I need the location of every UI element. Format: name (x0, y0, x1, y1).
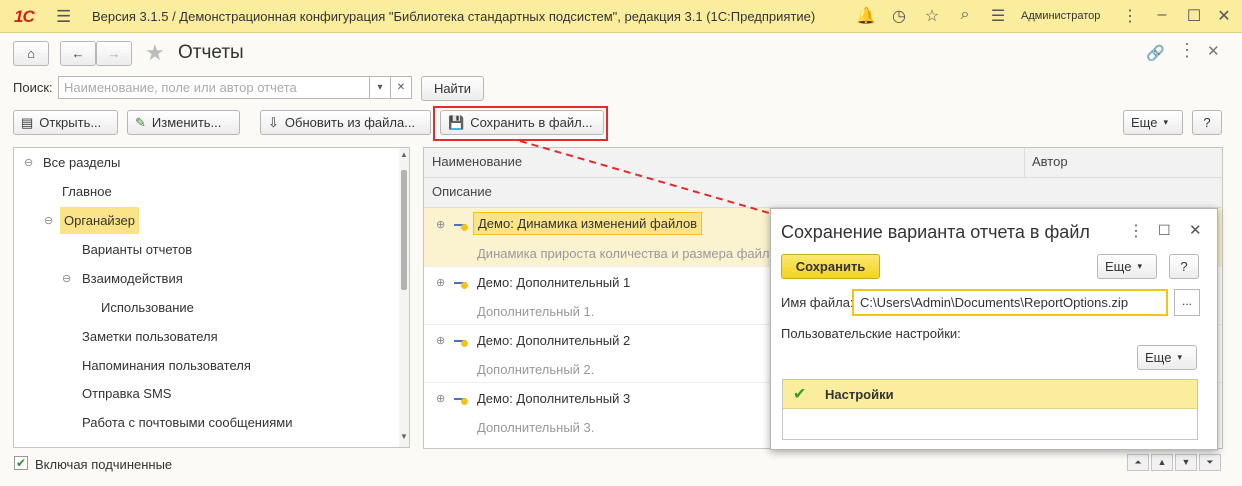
checkmark-icon[interactable]: ✔ (793, 384, 806, 404)
settings-header-row: ✔ Настройки (783, 380, 1197, 409)
chevron-down-icon: ▾ (1177, 352, 1182, 362)
settings-table: ✔ Настройки (782, 379, 1198, 440)
user-settings-label: Пользовательские настройки: (781, 326, 961, 341)
dialog-title: Сохранение варианта отчета в файл (781, 222, 1090, 242)
browse-button[interactable]: ... (1174, 289, 1200, 316)
filename-input[interactable]: C:\Users\Admin\Documents\ReportOptions.z… (852, 289, 1168, 316)
filename-label: Имя файла: (781, 295, 854, 310)
settings-more-button[interactable]: Еще ▾ (1137, 345, 1197, 370)
maximize-icon[interactable]: ☐ (1158, 222, 1171, 239)
dialog-help-button[interactable]: ? (1169, 254, 1199, 279)
settings-header[interactable]: Настройки (825, 387, 894, 402)
save-dialog: Сохранение варианта отчета в файл ⋮ ☐ ✕ … (770, 208, 1218, 450)
chevron-down-icon: ▾ (1137, 261, 1142, 271)
dialog-more-button[interactable]: Еще ▾ (1097, 254, 1157, 279)
close-icon[interactable]: ✕ (1189, 221, 1202, 239)
save-button[interactable]: Сохранить (781, 254, 880, 279)
more-vert-icon[interactable]: ⋮ (1128, 221, 1144, 241)
